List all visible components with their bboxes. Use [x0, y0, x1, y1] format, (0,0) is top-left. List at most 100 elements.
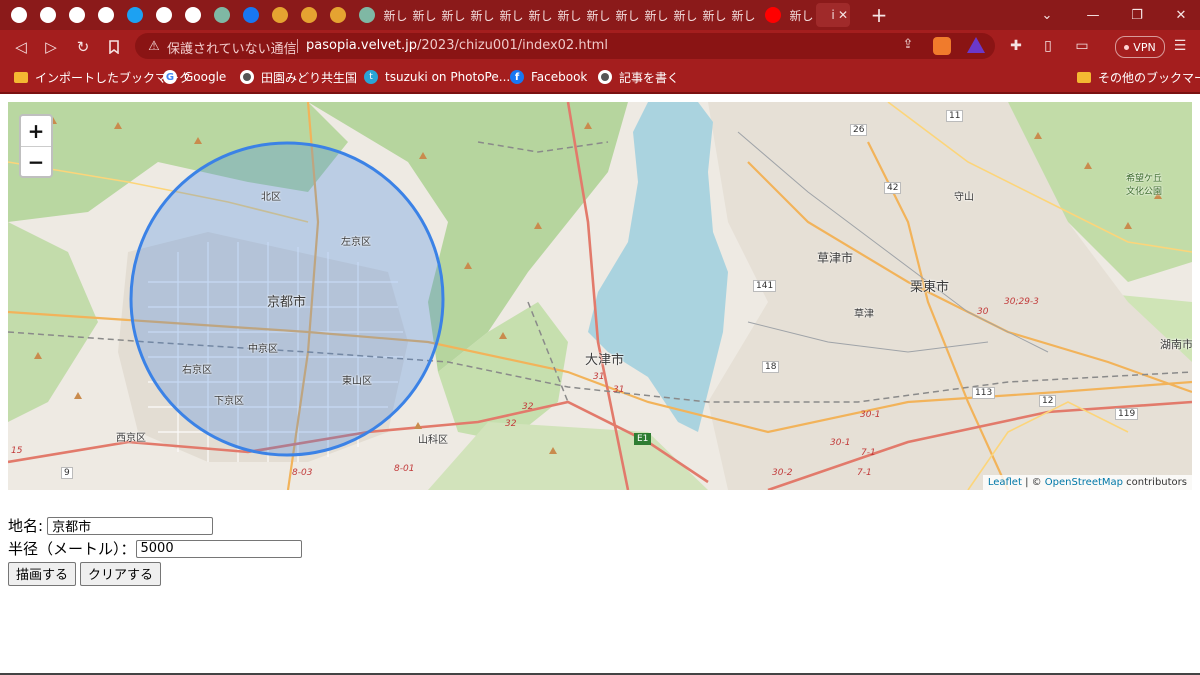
zoom-in-button[interactable]: +: [21, 116, 51, 146]
tab-title: 新し: [789, 8, 814, 23]
site-icon: [271, 7, 288, 23]
address-bar[interactable]: ⚠ 保護されていない通信 pasopia.velvet.jp/2023/chiz…: [135, 33, 995, 59]
tab[interactable]: [62, 3, 91, 27]
window-close-icon[interactable]: ✕: [1166, 3, 1196, 27]
tab[interactable]: 新し: [468, 3, 497, 27]
tab-title: 新し: [702, 8, 727, 23]
map-tiles[interactable]: [8, 102, 1192, 490]
tab-title: 新し: [470, 8, 495, 23]
bookmark-label: tsuzuki on PhotoPe...: [385, 70, 511, 84]
tab[interactable]: 新し: [700, 3, 729, 27]
twitter-icon: [126, 7, 143, 23]
bookmark-write-article[interactable]: 記事を書く: [598, 69, 679, 85]
bookmark-facebook[interactable]: f Facebook: [510, 69, 587, 85]
road-label: 7-1: [861, 448, 876, 458]
leaflet-link[interactable]: Leaflet: [988, 477, 1022, 488]
brave-shields-icon[interactable]: [933, 37, 951, 55]
facebook-icon: f: [510, 70, 524, 84]
map-label-kyoto: 京都市: [267, 295, 307, 310]
tab[interactable]: [4, 3, 33, 27]
tab[interactable]: [33, 3, 62, 27]
tab[interactable]: [236, 3, 265, 27]
clear-button[interactable]: クリアする: [80, 561, 162, 586]
map-label-ritto: 栗東市: [910, 280, 950, 295]
tab[interactable]: 新し: [555, 3, 584, 27]
url-text[interactable]: pasopia.velvet.jp/2023/chizu001/index02.…: [306, 38, 608, 53]
tab[interactable]: 新し: [410, 3, 439, 27]
bookmark-other[interactable]: その他のブックマーク: [1077, 69, 1200, 85]
tab[interactable]: 新し: [642, 3, 671, 27]
tab-title: i: [831, 8, 835, 22]
tab-title: 新し: [557, 8, 582, 23]
tab[interactable]: [178, 3, 207, 27]
road-label: 30-1: [860, 410, 881, 420]
browser-toolbar: ◁ ▷ ↻ ⚠ 保護されていない通信 pasopia.velvet.jp/202…: [0, 30, 1200, 62]
tab-title: 新し: [441, 8, 466, 23]
vpn-button[interactable]: VPN: [1115, 36, 1165, 58]
tab-search-icon[interactable]: ⌄: [1032, 3, 1062, 27]
tab[interactable]: [323, 3, 352, 27]
bookmark-label: 記事を書く: [619, 70, 680, 85]
globe-icon: [39, 7, 56, 23]
tab[interactable]: [352, 3, 381, 27]
tab[interactable]: [91, 3, 120, 27]
vpn-status-icon: [1124, 44, 1130, 50]
tab[interactable]: [265, 3, 294, 27]
tab[interactable]: 新し: [497, 3, 526, 27]
bookmark-denen[interactable]: 田園みどり共生国: [240, 69, 357, 85]
road-number: 42: [884, 182, 902, 194]
site-icon: [300, 7, 317, 23]
tab[interactable]: [120, 3, 149, 27]
tab[interactable]: 新し: [671, 3, 700, 27]
new-tab-button[interactable]: +: [864, 3, 894, 27]
tab[interactable]: [758, 3, 787, 27]
bookmark-photopea[interactable]: t tsuzuki on PhotoPe...: [364, 69, 510, 85]
tab[interactable]: 新し: [526, 3, 555, 27]
road-label: 32: [505, 419, 517, 429]
reload-icon[interactable]: ↻: [72, 36, 94, 58]
road-label: 31: [613, 385, 625, 395]
chatgpt-icon: [213, 7, 230, 23]
back-icon[interactable]: ◁: [10, 36, 32, 58]
tab[interactable]: 新し: [787, 3, 816, 27]
map-label-kusatsu: 草津市: [817, 251, 854, 265]
minimize-icon[interactable]: —: [1078, 3, 1108, 27]
zoom-out-button[interactable]: −: [21, 146, 51, 176]
tab[interactable]: [207, 3, 236, 27]
brave-rewards-icon[interactable]: [967, 37, 985, 53]
osm-link[interactable]: OpenStreetMap: [1045, 477, 1123, 488]
forward-icon[interactable]: ▷: [40, 36, 62, 58]
tab-close-icon[interactable]: ✕: [836, 3, 850, 27]
map-view[interactable]: 北区 左京区 京都市 中京区 右京区 下京区 東山区 西京区 山科区 大津市 草…: [8, 102, 1192, 490]
radius-input[interactable]: [135, 539, 302, 558]
site-icon: [329, 7, 346, 23]
sidebar-icon[interactable]: ▯: [1038, 37, 1058, 55]
tab-title: 新し: [615, 8, 640, 23]
tab[interactable]: 新し: [381, 3, 410, 27]
photopea-icon: t: [364, 70, 378, 84]
road-number: 12: [1039, 395, 1057, 407]
menu-icon[interactable]: ☰: [1170, 37, 1190, 55]
restore-icon[interactable]: ❐: [1122, 3, 1152, 27]
tab[interactable]: 新し: [729, 3, 758, 27]
extensions-icon[interactable]: ✚: [1006, 37, 1026, 55]
tab[interactable]: 新し: [584, 3, 613, 27]
share-icon[interactable]: ⇪: [899, 37, 917, 52]
tab[interactable]: [149, 3, 178, 27]
tab[interactable]: 新し: [439, 3, 468, 27]
wallet-icon[interactable]: ▭: [1072, 37, 1092, 55]
security-status[interactable]: 保護されていない通信: [167, 38, 297, 57]
tab[interactable]: 新し: [613, 3, 642, 27]
bookmark-label: Google: [184, 70, 227, 84]
road-number: 9: [61, 467, 73, 479]
road-label: 30;29-3: [1004, 297, 1039, 307]
warning-icon[interactable]: ⚠: [145, 37, 163, 55]
map-label-kusatsu-small: 草津: [854, 309, 874, 320]
tab[interactable]: [294, 3, 323, 27]
tab-title: 新し: [412, 8, 437, 23]
place-input[interactable]: [47, 516, 214, 535]
bookmark-icon[interactable]: [103, 36, 125, 58]
bookmark-google[interactable]: G Google: [163, 69, 226, 85]
bookmark-label: Facebook: [531, 70, 588, 84]
draw-button[interactable]: 描画する: [8, 561, 77, 586]
